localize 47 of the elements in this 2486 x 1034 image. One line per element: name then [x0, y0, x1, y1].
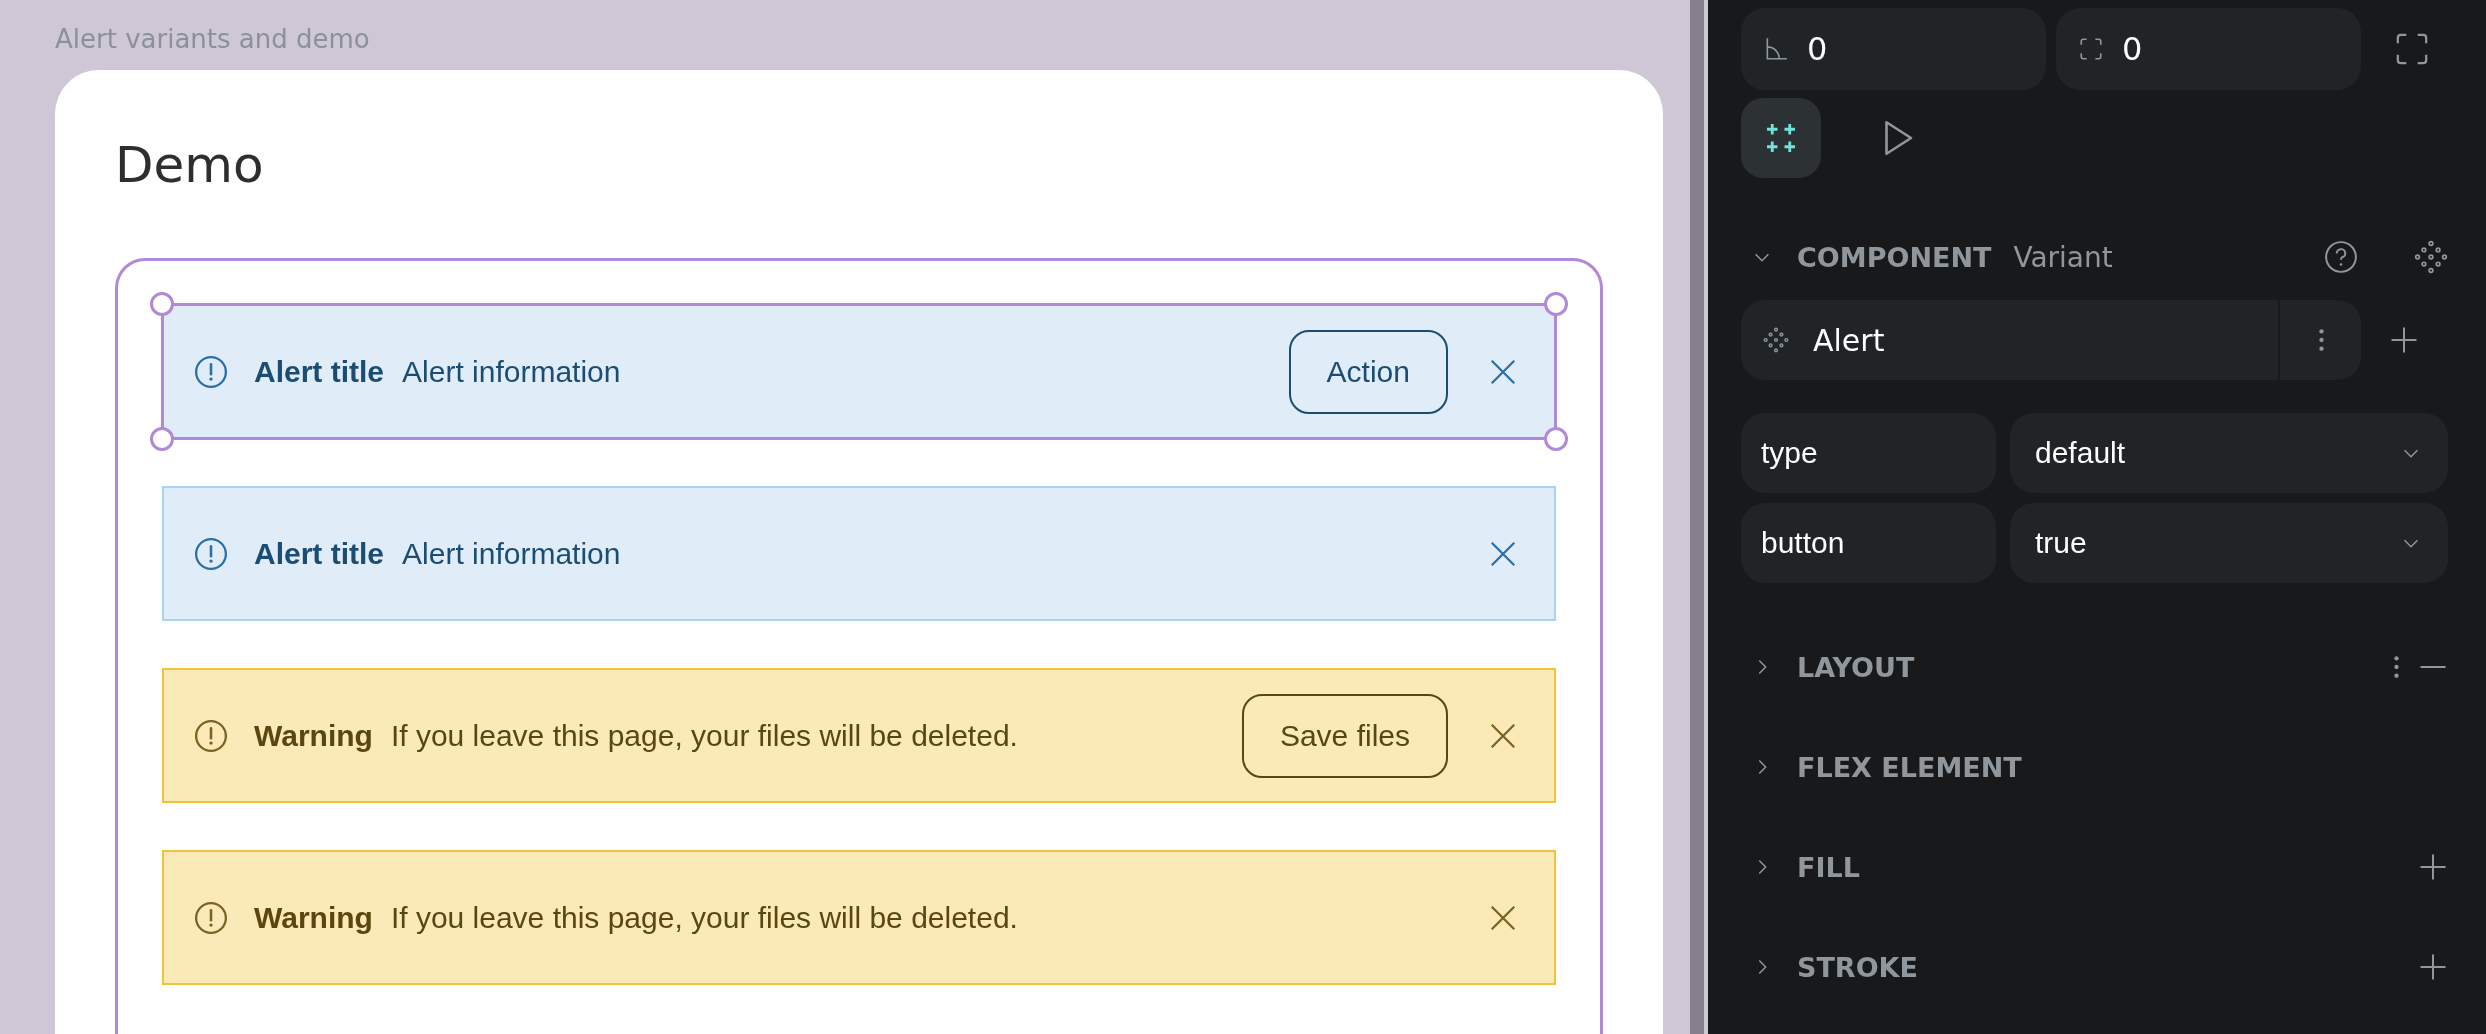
add-icon[interactable] [2418, 852, 2448, 882]
alert-message: If you leave this page, your files will be deleted. [390, 718, 1018, 753]
alert-action-button[interactable]: Save files [1241, 693, 1448, 778]
section-title: LAYOUT [1797, 651, 1915, 683]
clip-field[interactable]: 0 [2056, 8, 2361, 90]
property-dropdown[interactable]: true [2010, 503, 2448, 583]
alert[interactable]: Warning If you leave this page, your files will be deleted. Save files [162, 668, 1556, 803]
add-icon[interactable] [2389, 325, 2419, 355]
alert-title: Warning [254, 718, 373, 753]
property-name: type [1741, 413, 1996, 493]
resize-handle[interactable] [150, 427, 174, 451]
add-icon[interactable] [2418, 952, 2448, 982]
alert-message: Alert information [402, 354, 621, 389]
component-icon [1763, 327, 1789, 353]
help-icon[interactable] [2324, 240, 2358, 274]
card-title: Demo [115, 136, 264, 194]
resize-handle[interactable] [150, 292, 174, 316]
alert-message: Alert information [402, 536, 621, 571]
resize-handle[interactable] [1544, 427, 1568, 451]
alert-action-button[interactable]: Action [1288, 329, 1448, 414]
section-title: STROKE [1797, 951, 1918, 983]
alert-title: Alert title [254, 354, 385, 389]
alert-message: If you leave this page, your files will be deleted. [390, 900, 1018, 935]
component-selector[interactable]: Alert [1741, 300, 2361, 380]
more-options-icon[interactable] [2393, 654, 2400, 680]
property-name: button [1741, 503, 1996, 583]
alert-title: Warning [254, 900, 373, 935]
expand-corners-icon[interactable] [2395, 32, 2429, 66]
alert[interactable]: Alert title Alert information [162, 486, 1556, 621]
property-dropdown[interactable]: default [2010, 413, 2448, 493]
alert[interactable]: Warning If you leave this page, your files will be deleted. [162, 850, 1556, 985]
exclamation-circle-icon [194, 354, 228, 389]
section-title: FILL [1797, 851, 1860, 883]
section-title: FLEX ELEMENT [1797, 751, 2022, 783]
section-subtitle: Variant [2013, 240, 2113, 274]
section-title: COMPONENT [1797, 241, 1992, 273]
frame-label: Alert variants and demo [55, 24, 370, 54]
more-options-icon[interactable] [2318, 327, 2325, 353]
component-icon[interactable] [2414, 240, 2448, 274]
frame-tool-button[interactable] [1741, 98, 1821, 178]
alert[interactable]: Alert title Alert information Action [162, 304, 1556, 439]
resize-handle[interactable] [1544, 292, 1568, 316]
exclamation-circle-icon [194, 900, 228, 935]
alert-title: Alert title [254, 536, 385, 571]
exclamation-circle-icon [194, 536, 228, 571]
radius-field[interactable]: 0 [1741, 8, 2046, 90]
exclamation-circle-icon [194, 718, 228, 753]
